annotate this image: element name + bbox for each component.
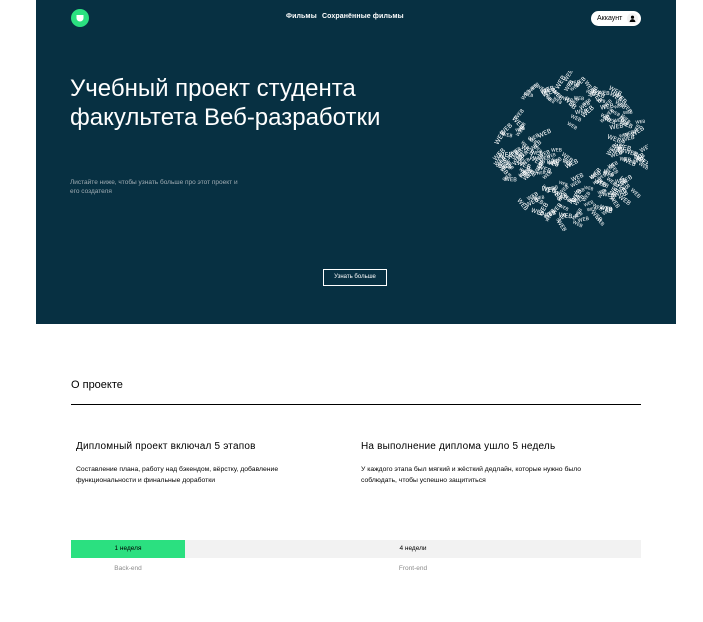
timeline-frontend-bar: 4 недели <box>185 540 641 558</box>
about-column-text: Составление плана, работу над бэкендом, … <box>76 466 279 484</box>
globe-word: WEB <box>577 216 590 224</box>
globe-word: WEB <box>537 128 553 140</box>
hero-title: Учебный проект студента факультета Веб-р… <box>70 75 381 131</box>
timeline-backend-label: Back-end <box>114 565 142 572</box>
globe-word: WEB <box>566 121 578 132</box>
learn-more-button[interactable]: Узнать больше <box>323 269 387 286</box>
smile-logo-icon <box>76 15 84 22</box>
nav-link-saved-movies[interactable]: Сохранённые фильмы <box>322 13 404 20</box>
web-globe-illustration: WEBWEBWEBWEBWEB WEBWEBWEBWEBWEBWEBWEBWEBW… <box>492 71 648 231</box>
about-column-text: У каждого этапа был мягкий и жёсткий дед… <box>361 466 582 484</box>
timeline-frontend-label: Front-end <box>398 565 428 572</box>
globe-word: WEB <box>584 185 594 192</box>
timeline-backend-bar: 1 неделя <box>71 540 185 558</box>
globe-word: WEB <box>551 147 562 153</box>
account-label: Аккаунт <box>597 15 623 22</box>
globe-word: WEB <box>558 179 569 187</box>
nav-link-movies[interactable]: Фильмы <box>286 13 317 20</box>
account-button[interactable]: Аккаунт <box>591 11 641 26</box>
globe-word: WEB <box>609 122 624 131</box>
hero-subtitle: Листайте ниже, чтобы узнать больше про э… <box>70 179 238 195</box>
globe-word: WEB <box>623 110 633 116</box>
user-icon <box>627 13 638 24</box>
about-section-title: О проекте <box>71 379 123 391</box>
globe-word: WEB <box>629 187 642 200</box>
promo-section: Фильмы Сохранённые фильмы Аккаунт Учебны… <box>36 0 676 324</box>
about-column-heading: На выполнение диплома ушло 5 недель <box>361 441 556 452</box>
section-divider <box>71 404 641 405</box>
globe-word: WEB <box>498 150 514 159</box>
logo[interactable] <box>71 9 89 27</box>
about-column-heading: Дипломный проект включал 5 этапов <box>76 441 256 452</box>
